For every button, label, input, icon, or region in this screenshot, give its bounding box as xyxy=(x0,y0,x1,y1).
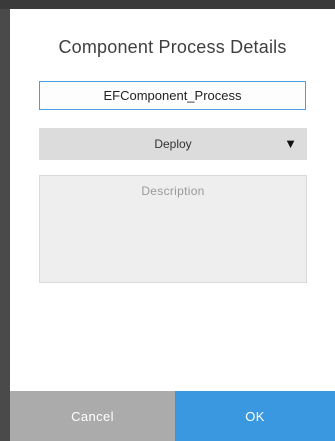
dialog-title: Component Process Details xyxy=(58,37,287,57)
description-textarea[interactable] xyxy=(39,175,307,283)
triangle-down-icon: ▼ xyxy=(284,136,297,151)
background-edge xyxy=(0,9,10,441)
cancel-button[interactable]: Cancel xyxy=(10,391,175,441)
process-name-input[interactable] xyxy=(39,81,306,110)
process-type-select[interactable]: Deploy ▼ xyxy=(39,128,307,160)
ok-button[interactable]: OK xyxy=(175,391,335,441)
window-top-bar xyxy=(0,0,335,9)
process-type-selected-label: Deploy xyxy=(154,137,192,151)
component-process-dialog: Component Process Details Deploy ▼ Cance… xyxy=(10,9,335,441)
